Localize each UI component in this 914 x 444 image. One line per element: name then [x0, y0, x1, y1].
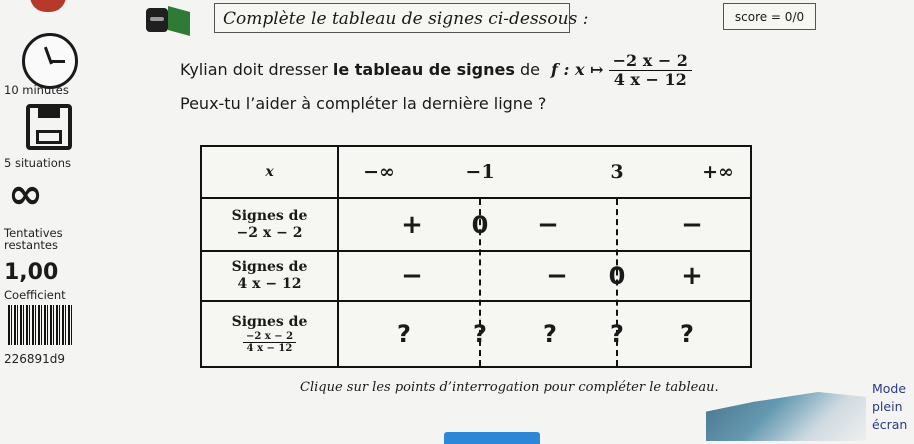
- minus-badge-icon: [146, 8, 168, 32]
- mode-line3: écran: [872, 417, 908, 432]
- sign-cell: [587, 199, 647, 250]
- sign-cell: +: [401, 209, 423, 240]
- hint-text: Clique sur les points d’interrogation po…: [300, 380, 719, 395]
- question-mark-cell[interactable]: ?: [657, 302, 717, 366]
- sign-table: x −∞ −1 3 +∞ Signes de −2 x − 2 + 0 − − …: [200, 145, 752, 368]
- row-label-quotient: Signes de −2 x − 2 4 x − 12: [202, 302, 339, 366]
- sign-row-denominator: Signes de 4 x − 12 − − 0 +: [202, 252, 750, 302]
- x-value-three: 3: [610, 161, 624, 183]
- x-header: x: [202, 147, 339, 197]
- exercise-id: 226891d9: [4, 352, 66, 366]
- function-fraction: −2 x − 2 4 x − 12: [608, 52, 692, 89]
- intro-text-2: de: [514, 60, 546, 79]
- intro-bold: le tableau de signes: [332, 60, 515, 79]
- coefficient-label: Coefficient: [4, 288, 66, 302]
- question-mark-cell[interactable]: ?: [587, 302, 647, 366]
- row-label-denominator: Signes de 4 x − 12: [202, 252, 339, 300]
- sign-cell: +: [681, 261, 703, 291]
- exercise-title: Complète le tableau de signes ci-dessous…: [214, 3, 588, 33]
- sign-row-numerator: Signes de −2 x − 2 + 0 − −: [202, 199, 750, 252]
- top-left-icon[interactable]: [30, 0, 66, 12]
- x-value-minus-infinity: −∞: [363, 161, 395, 183]
- sign-row-quotient: Signes de −2 x − 2 4 x − 12 ? ? ? ? ?: [202, 302, 750, 366]
- sign-cell: −: [401, 261, 423, 291]
- question-mark-cell[interactable]: ?: [450, 302, 510, 366]
- function-name: f : x ↦: [551, 60, 604, 79]
- intro-text-1: Kylian doit dresser: [180, 60, 333, 79]
- mode-line2: plein: [872, 399, 903, 414]
- map-thumbnail-image: [706, 392, 866, 441]
- question-mark-cell[interactable]: ?: [520, 302, 580, 366]
- x-row: x −∞ −1 3 +∞: [202, 147, 750, 199]
- sign-cell: −: [537, 209, 559, 240]
- bottom-button[interactable]: [444, 432, 540, 444]
- zero-cell: 0: [608, 262, 626, 290]
- time-label: 10 minutes: [4, 83, 69, 97]
- fraction-numerator: −2 x − 2: [608, 52, 692, 71]
- barcode-icon: [8, 305, 72, 345]
- coefficient-value: 1,00: [4, 260, 59, 285]
- sidebar: 10 minutes 5 situations ∞ Tentatives res…: [0, 30, 100, 441]
- infinity-icon: ∞: [8, 169, 43, 218]
- top-bar: Complète le tableau de signes ci-dessous…: [0, 0, 914, 40]
- fraction-denominator: 4 x − 12: [613, 70, 687, 89]
- question-text: Peux-tu l’aider à compléter la dernière …: [180, 94, 547, 113]
- sign-cell: −: [681, 209, 703, 240]
- problem-statement: Kylian doit dresser le tableau de signes…: [180, 52, 692, 89]
- fullscreen-mode-button[interactable]: Mode plein écran: [872, 380, 907, 434]
- question-mark-cell[interactable]: ?: [374, 302, 434, 366]
- save-icon[interactable]: [26, 104, 72, 150]
- sign-cell: −: [546, 261, 568, 291]
- clock-icon: [22, 33, 78, 89]
- x-value-minus-one: −1: [465, 161, 495, 183]
- score-display: score = 0/0: [723, 3, 816, 30]
- x-value-plus-infinity: +∞: [702, 161, 734, 183]
- mode-line1: Mode: [872, 381, 907, 396]
- situations-label: 5 situations: [4, 156, 72, 170]
- zero-cell: 0: [471, 210, 489, 239]
- flag-icon: [168, 6, 190, 36]
- attempts-label-line2: restantes: [4, 238, 58, 252]
- row-label-numerator: Signes de −2 x − 2: [202, 199, 339, 250]
- sign-cell: [450, 252, 510, 300]
